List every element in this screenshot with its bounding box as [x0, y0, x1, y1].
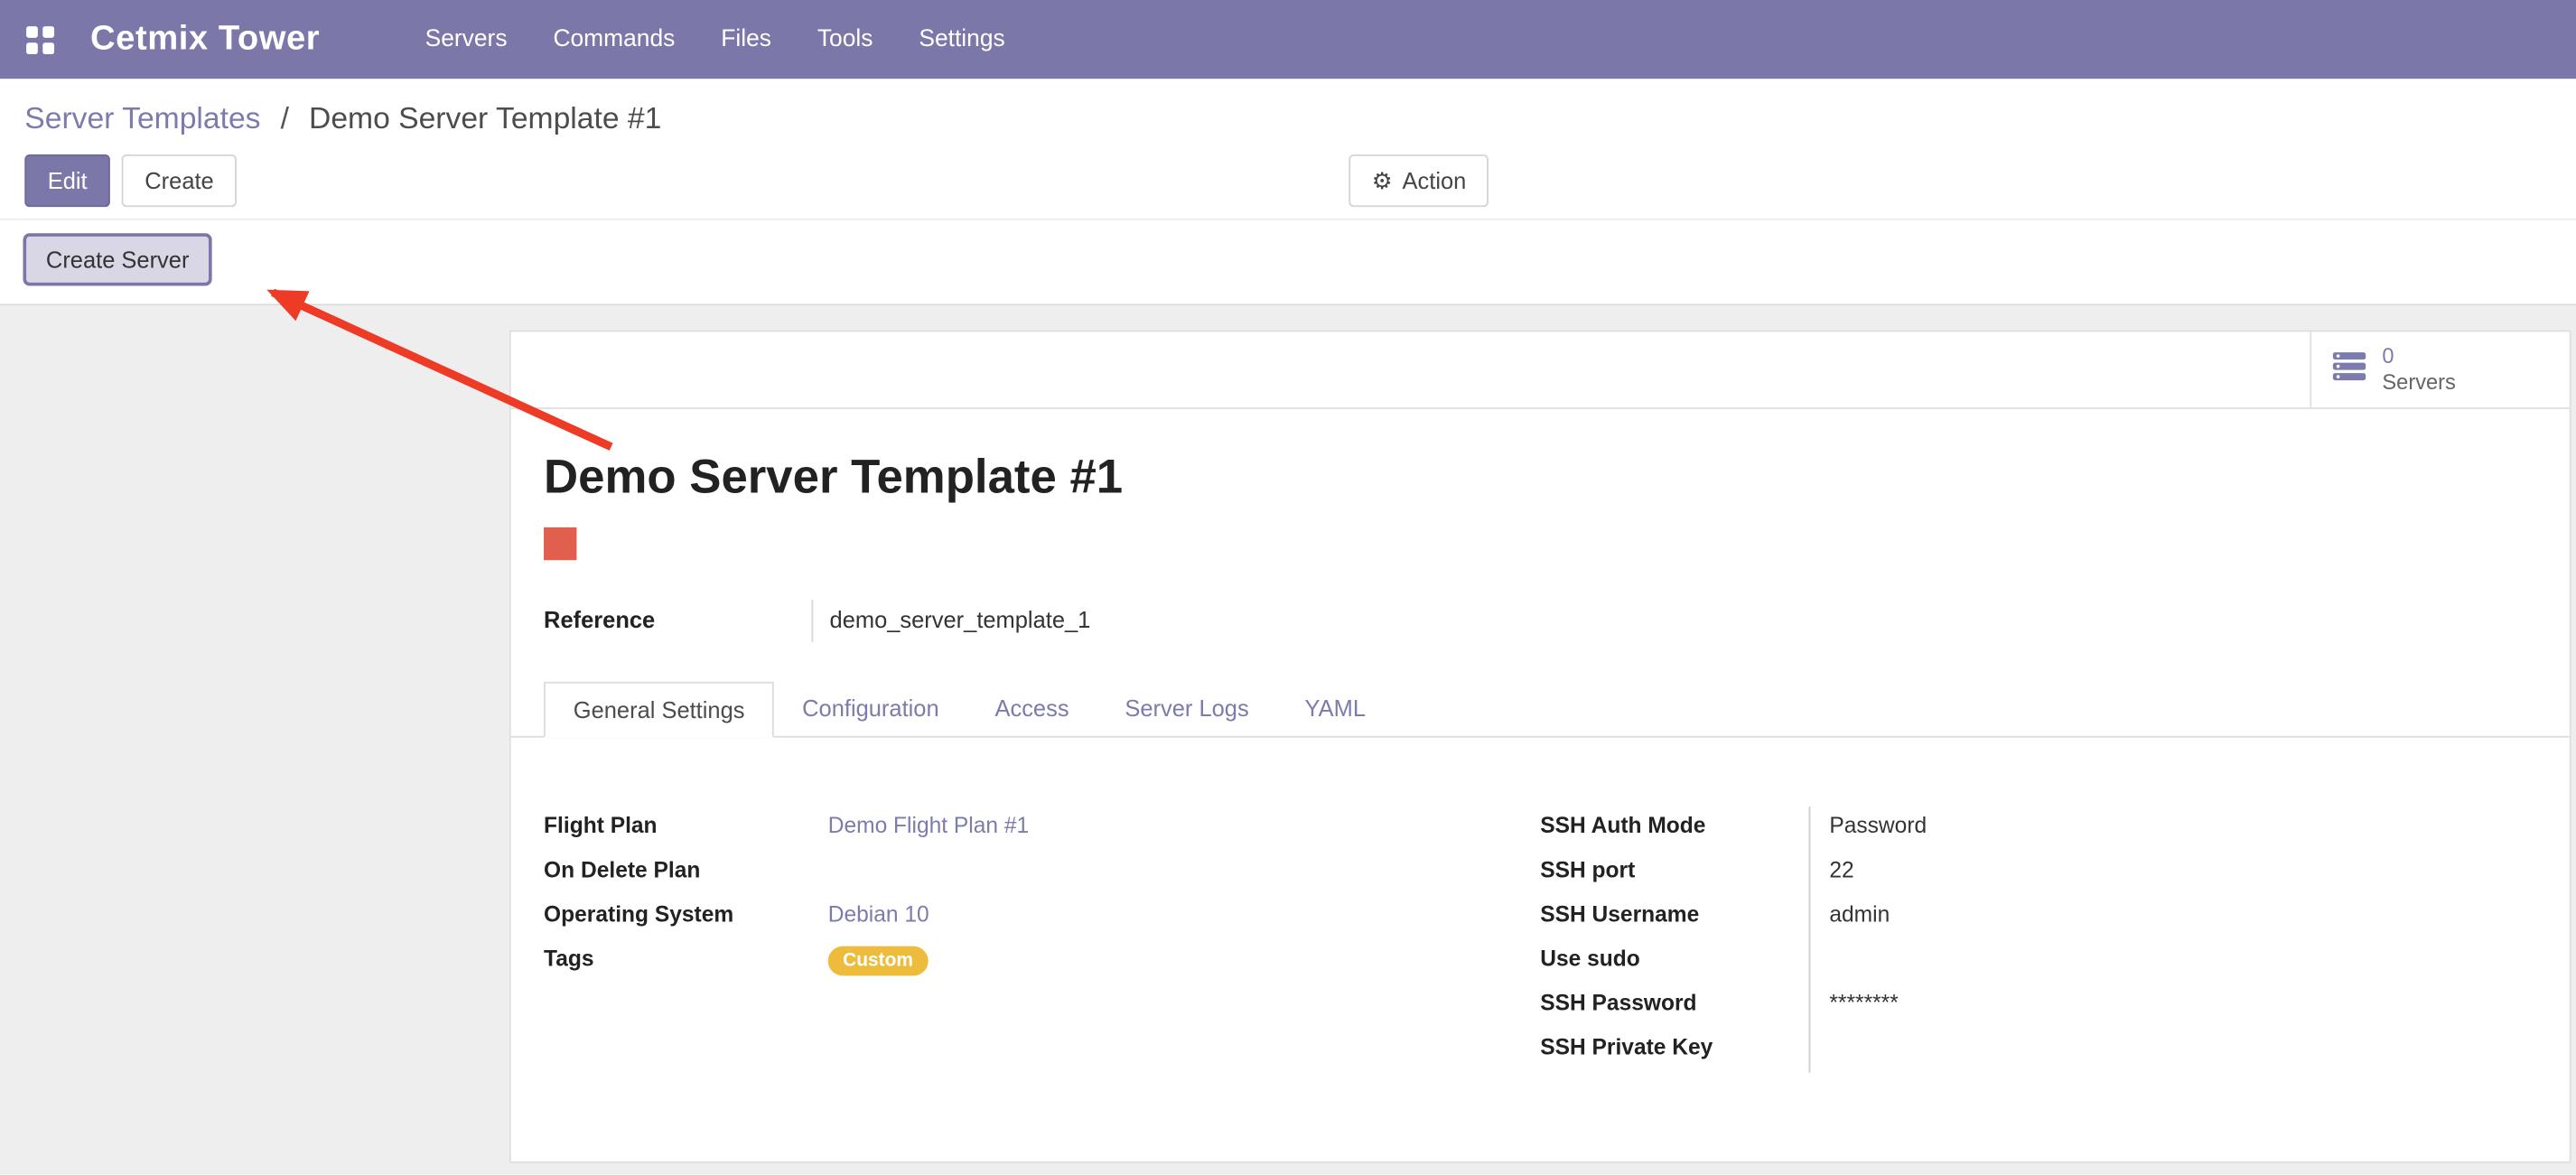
breadcrumb: Server Templates / Demo Server Template …: [24, 100, 2551, 136]
page: Cetmix Tower Servers Commands Files Tool…: [0, 0, 2576, 1175]
color-swatch[interactable]: [544, 527, 576, 560]
reference-value: demo_server_template_1: [812, 600, 1091, 642]
on-delete-plan-label: On Delete Plan: [544, 857, 700, 881]
edit-button[interactable]: Edit: [24, 154, 110, 207]
tags-label: Tags: [544, 947, 594, 971]
breadcrumb-parent[interactable]: Server Templates: [24, 100, 260, 135]
stat-button-box: 0 Servers: [511, 331, 2570, 408]
field-groups: Flight Plan On Delete Plan Operating Sys…: [544, 807, 2536, 1073]
reference-label: Reference: [544, 600, 811, 642]
record-sheet: 0 Servers Demo Server Template #1 Refere…: [509, 331, 2571, 1163]
action-button-label: Action: [1403, 164, 1467, 197]
ssh-password-label: SSH Password: [1540, 991, 1696, 1015]
nav-item-commands[interactable]: Commands: [553, 26, 675, 52]
content-area: 0 Servers Demo Server Template #1 Refere…: [0, 305, 2576, 1174]
top-navbar: Cetmix Tower Servers Commands Files Tool…: [0, 0, 2576, 79]
servers-stat-button[interactable]: 0 Servers: [2310, 331, 2569, 407]
breadcrumb-separator: /: [281, 100, 289, 135]
right-field-group: SSH Auth Mode SSH port SSH Username Use …: [1540, 807, 2536, 1073]
action-button[interactable]: ⚙ Action: [1349, 154, 1489, 207]
tab-access[interactable]: Access: [967, 682, 1097, 738]
flight-plan-label: Flight Plan: [544, 813, 658, 837]
create-server-button[interactable]: Create Server: [23, 233, 211, 285]
apps-menu-icon[interactable]: [26, 25, 54, 53]
nav-item-settings[interactable]: Settings: [919, 26, 1004, 52]
notebook-tabs: General Settings Configuration Access Se…: [511, 682, 2570, 738]
nav-item-tools[interactable]: Tools: [817, 26, 873, 52]
operating-system-link[interactable]: Debian 10: [828, 902, 929, 927]
nav-item-servers[interactable]: Servers: [425, 26, 508, 52]
servers-count: 0: [2382, 343, 2455, 369]
use-sudo-label: Use sudo: [1540, 947, 1640, 971]
record-title: Demo Server Template #1: [544, 452, 2536, 506]
tag-badge-custom: Custom: [828, 947, 929, 976]
ssh-private-key-label: SSH Private Key: [1540, 1035, 1713, 1059]
app-title[interactable]: Cetmix Tower: [90, 20, 320, 60]
control-panel: Server Templates / Demo Server Template …: [0, 79, 2576, 207]
create-button[interactable]: Create: [122, 154, 237, 207]
servers-icon: [2331, 350, 2367, 390]
ssh-username-label: SSH Username: [1540, 902, 1699, 927]
gear-icon: ⚙: [1372, 169, 1393, 191]
control-panel-buttons: Edit Create ⚙ Action: [24, 154, 2551, 207]
top-menu: Servers Commands Files Tools Settings: [425, 26, 1005, 52]
servers-label: Servers: [2382, 369, 2455, 396]
tab-server-logs[interactable]: Server Logs: [1097, 682, 1276, 738]
tab-configuration[interactable]: Configuration: [774, 682, 966, 738]
reference-field: Reference demo_server_template_1: [544, 600, 2536, 642]
tab-general-settings[interactable]: General Settings: [544, 682, 774, 738]
ssh-port-label: SSH port: [1540, 857, 1635, 881]
on-delete-plan-value: [828, 851, 1540, 895]
operating-system-label: Operating System: [544, 902, 733, 927]
nav-item-files[interactable]: Files: [721, 26, 771, 52]
sheet-body: Demo Server Template #1 Reference demo_s…: [511, 409, 2570, 1073]
flight-plan-link[interactable]: Demo Flight Plan #1: [828, 813, 1029, 837]
create-server-row: Create Server: [0, 219, 2576, 305]
ssh-auth-mode-label: SSH Auth Mode: [1540, 813, 1705, 837]
tab-yaml[interactable]: YAML: [1277, 682, 1394, 738]
ssh-port-value: 22: [1829, 857, 1853, 881]
left-field-group: Flight Plan On Delete Plan Operating Sys…: [544, 807, 1540, 1073]
breadcrumb-current: Demo Server Template #1: [309, 100, 661, 135]
ssh-password-value: ********: [1829, 991, 1898, 1015]
ssh-username-value: admin: [1829, 902, 1890, 927]
ssh-auth-mode-value: Password: [1829, 813, 1927, 837]
